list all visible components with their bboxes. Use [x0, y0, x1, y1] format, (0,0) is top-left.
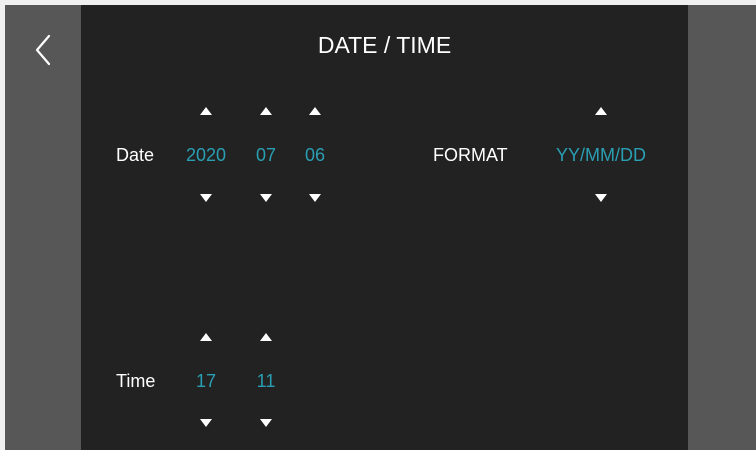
year-down-button[interactable]: [193, 190, 219, 208]
year-value[interactable]: 2020: [176, 144, 236, 166]
caret-down-icon: [309, 194, 321, 202]
right-side-panel: [688, 5, 756, 450]
caret-down-icon: [200, 194, 212, 202]
caret-down-icon: [200, 419, 212, 427]
caret-up-icon: [260, 107, 272, 115]
caret-down-icon: [260, 194, 272, 202]
caret-down-icon: [260, 419, 272, 427]
left-side-panel: [5, 5, 81, 450]
month-down-button[interactable]: [253, 190, 279, 208]
date-time-screen: DATE / TIME Date 2020 07 06 FORMAT YY/MM…: [5, 5, 756, 450]
caret-up-icon: [309, 107, 321, 115]
format-label: FORMAT: [433, 145, 508, 165]
hour-up-button[interactable]: [193, 329, 219, 347]
back-button[interactable]: [27, 30, 61, 70]
page-title: DATE / TIME: [317, 32, 452, 58]
minute-down-button[interactable]: [253, 415, 279, 433]
minute-up-button[interactable]: [253, 329, 279, 347]
format-value[interactable]: YY/MM/DD: [551, 144, 651, 166]
day-up-button[interactable]: [302, 103, 328, 121]
date-label: Date: [116, 145, 155, 165]
format-up-button[interactable]: [588, 103, 614, 121]
caret-up-icon: [260, 333, 272, 341]
time-label: Time: [116, 371, 156, 391]
month-up-button[interactable]: [253, 103, 279, 121]
caret-up-icon: [200, 107, 212, 115]
caret-up-icon: [200, 333, 212, 341]
caret-down-icon: [595, 194, 607, 202]
chevron-left-icon: [35, 34, 51, 66]
minute-value[interactable]: 11: [236, 370, 296, 392]
year-up-button[interactable]: [193, 103, 219, 121]
hour-down-button[interactable]: [193, 415, 219, 433]
day-down-button[interactable]: [302, 190, 328, 208]
day-value[interactable]: 06: [285, 144, 345, 166]
hour-value[interactable]: 17: [176, 370, 236, 392]
caret-up-icon: [595, 107, 607, 115]
format-down-button[interactable]: [588, 190, 614, 208]
